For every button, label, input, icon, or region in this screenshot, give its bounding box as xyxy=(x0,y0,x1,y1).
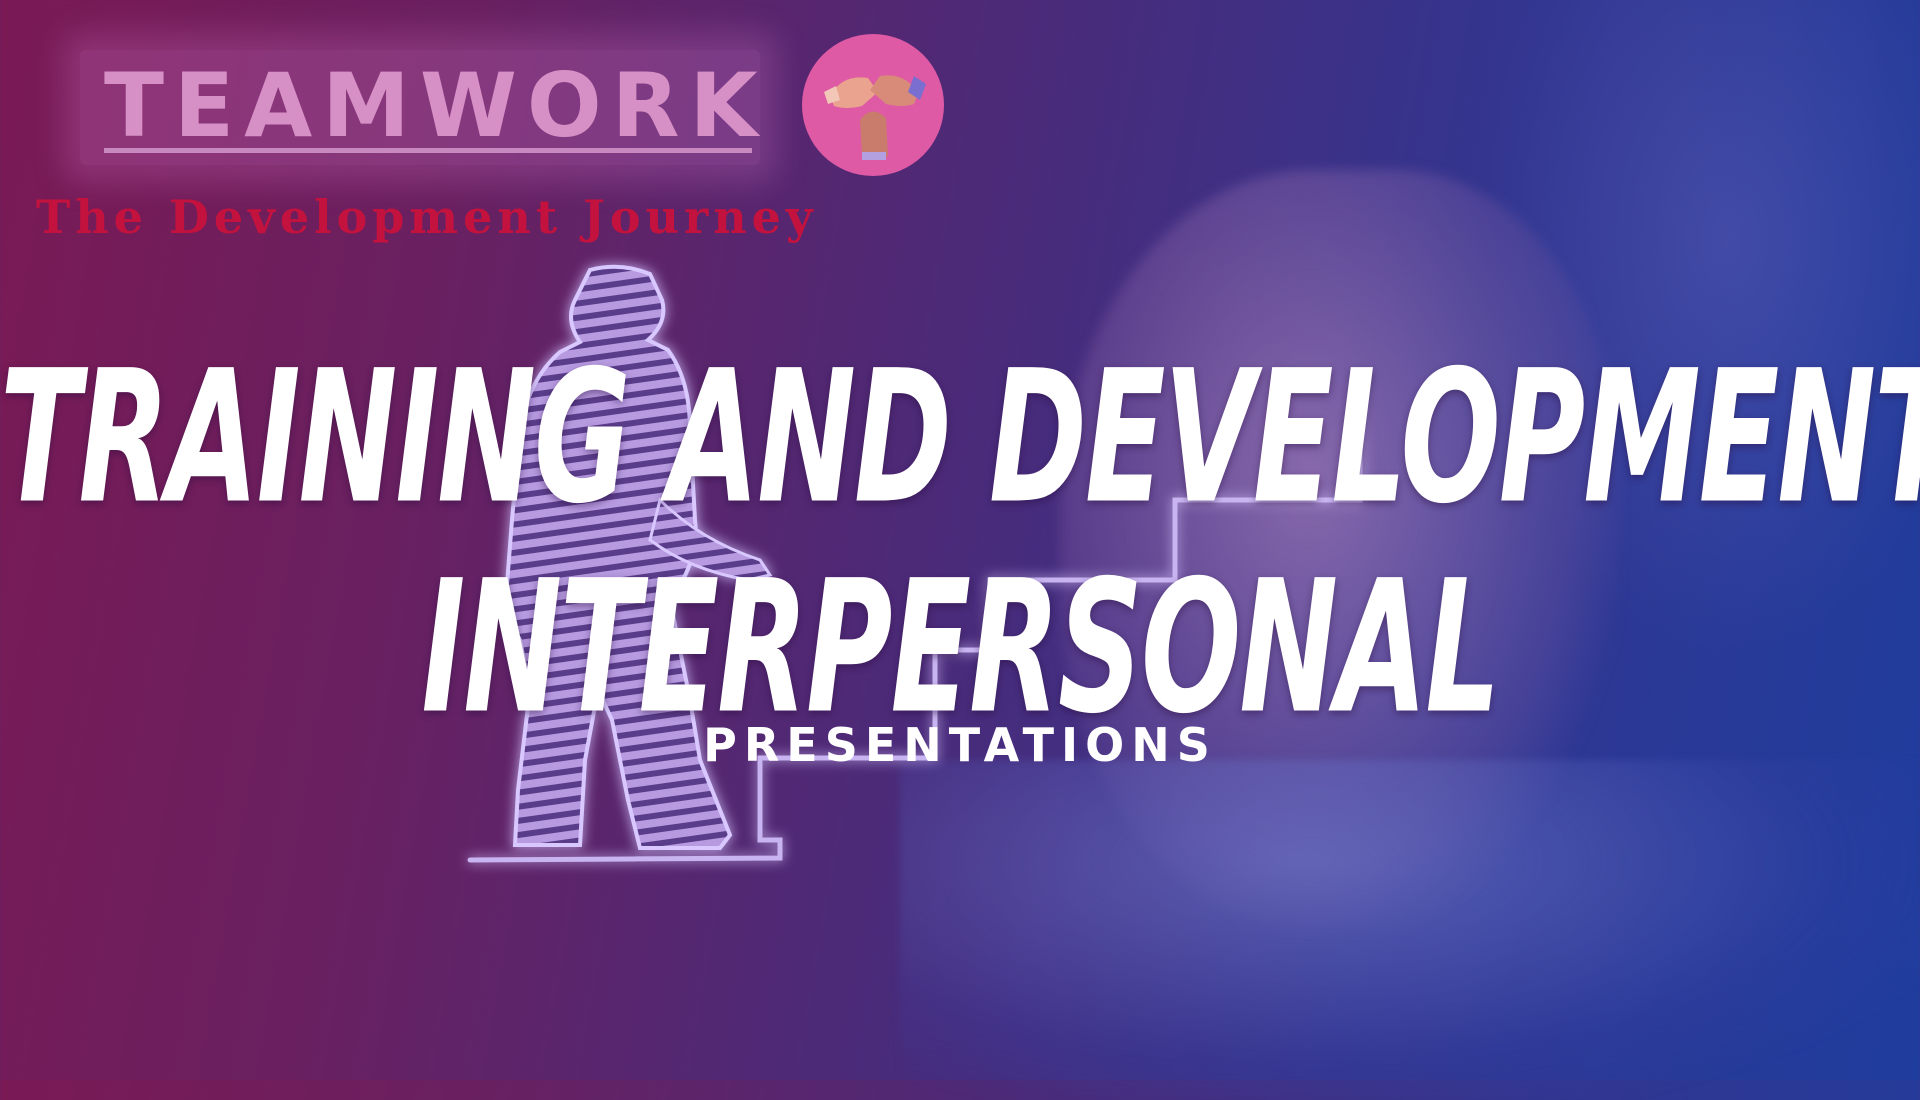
logo-circle xyxy=(802,34,944,176)
logo-underline xyxy=(104,148,752,153)
shirt-sleeve xyxy=(900,760,1920,1100)
joined-hands-icon xyxy=(824,75,926,160)
headline-line-1: TRAINING AND DEVELOPMENT xyxy=(0,330,1920,544)
logo-tagline: The Development Journey xyxy=(36,190,818,244)
logo-wordmark: TEAMWORK xyxy=(104,54,768,157)
subtitle: PRESENTATIONS xyxy=(703,718,1217,772)
